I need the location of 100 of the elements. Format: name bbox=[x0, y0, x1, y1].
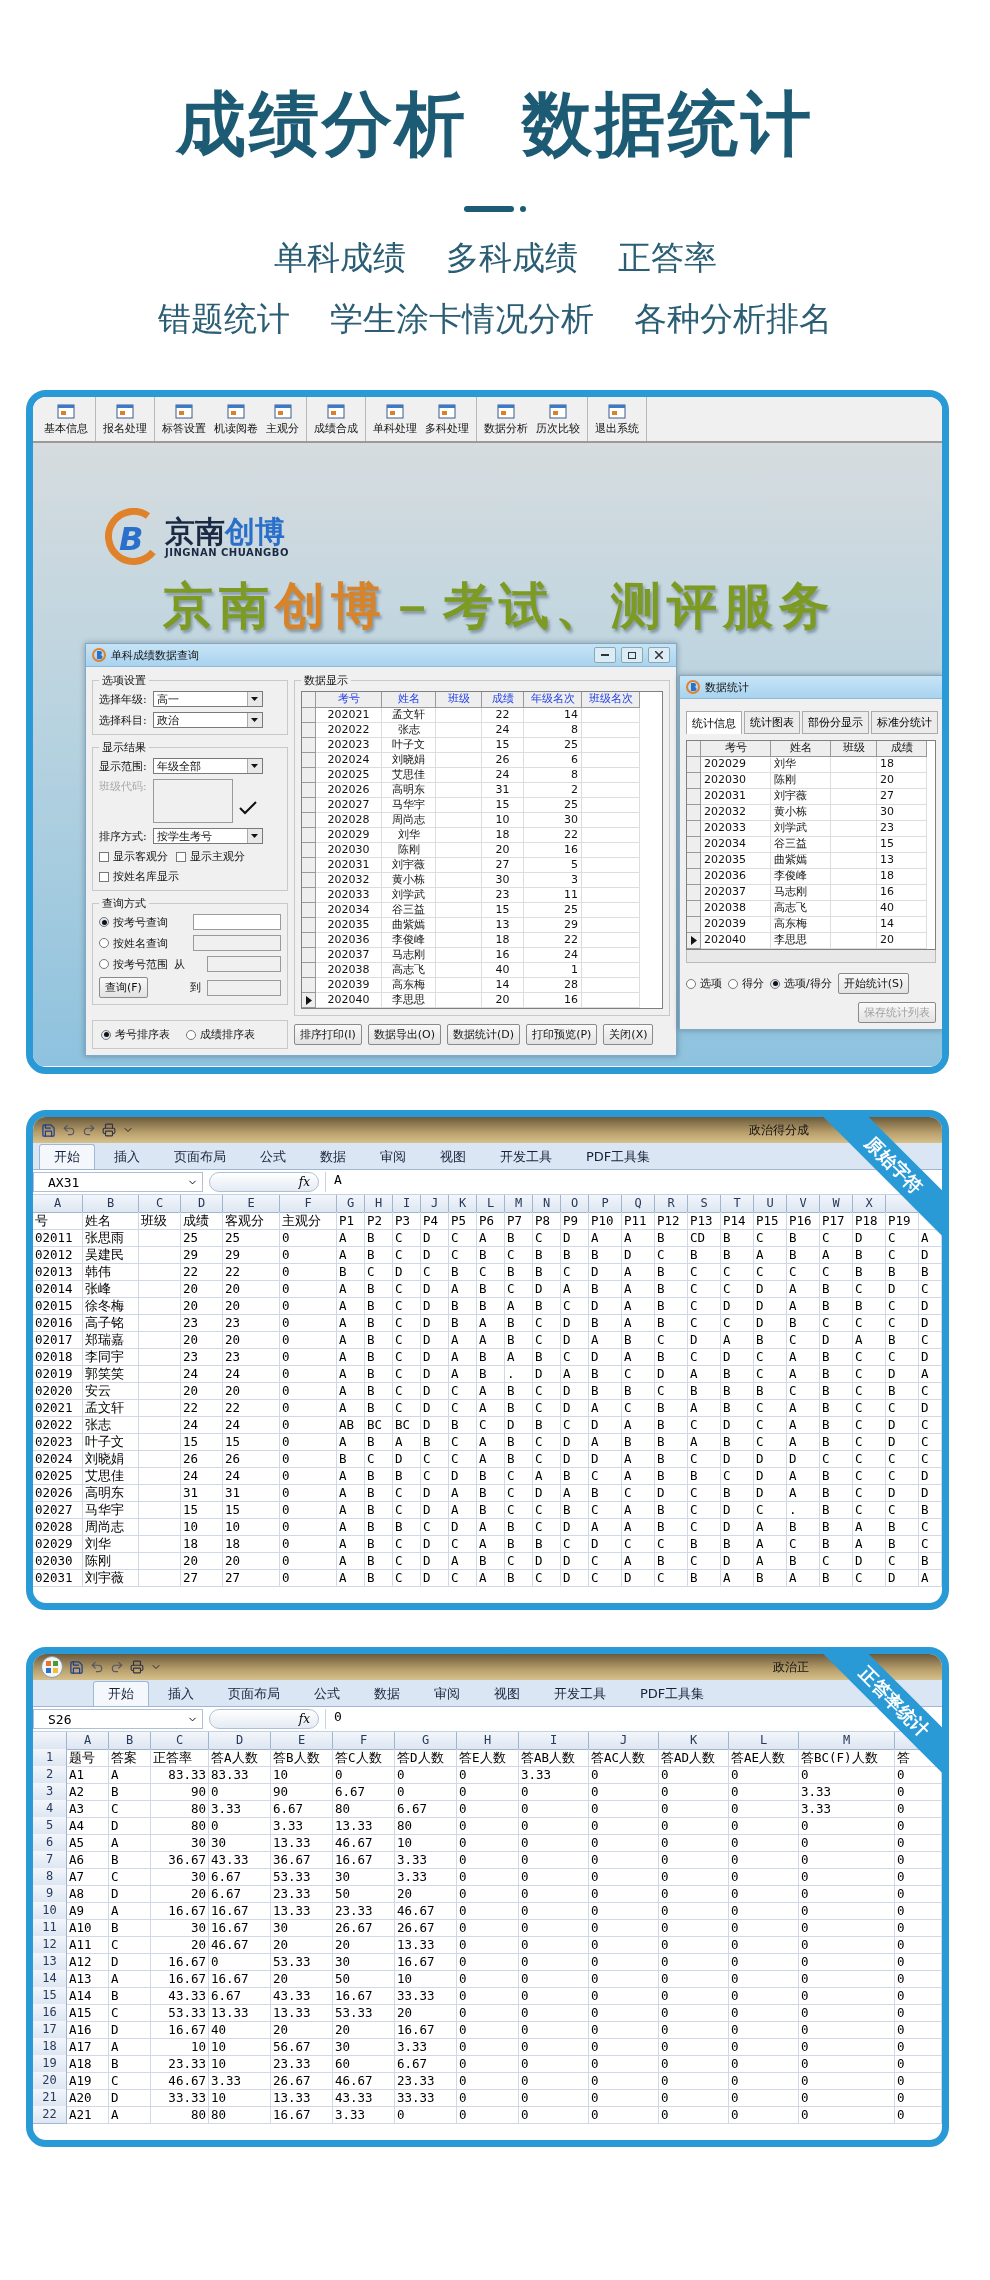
column-letter[interactable]: I bbox=[393, 1195, 421, 1213]
row-number[interactable]: 20 bbox=[33, 2072, 67, 2090]
ribbon-tab[interactable]: 审阅 bbox=[365, 1144, 421, 1169]
minimize-button[interactable] bbox=[594, 647, 616, 663]
checkbox-option[interactable]: 显示主观分 bbox=[176, 849, 245, 864]
row-number[interactable]: 6 bbox=[33, 1834, 67, 1852]
column-letter[interactable]: W bbox=[820, 1195, 853, 1213]
column-header[interactable]: 班级名次 bbox=[582, 692, 640, 708]
function-button[interactable]: fx bbox=[209, 1709, 319, 1729]
horizontal-scrollbar[interactable] bbox=[686, 950, 936, 963]
radio-option[interactable]: 按考号查询 bbox=[99, 914, 168, 930]
ribbon-tab[interactable]: 开发工具 bbox=[539, 1681, 621, 1706]
row-number[interactable]: 17 bbox=[33, 2021, 67, 2039]
toolbar-button[interactable]: 单科处理 bbox=[369, 397, 421, 441]
column-letter[interactable]: K bbox=[659, 1732, 729, 1750]
radio-option[interactable]: 选项/得分 bbox=[770, 976, 832, 991]
row-number[interactable]: 13 bbox=[33, 1953, 67, 1971]
column-letter[interactable]: S bbox=[688, 1195, 721, 1213]
query-button[interactable]: 查询(F) bbox=[99, 977, 148, 998]
column-letter[interactable]: C bbox=[139, 1195, 181, 1213]
dropdown-caret-icon[interactable] bbox=[246, 692, 262, 706]
column-letter[interactable]: D bbox=[181, 1195, 223, 1213]
column-header[interactable]: 成绩 bbox=[482, 692, 524, 708]
column-letter[interactable]: O bbox=[561, 1195, 589, 1213]
column-letter[interactable]: G bbox=[337, 1195, 365, 1213]
column-letter[interactable]: I bbox=[519, 1732, 589, 1750]
row-number[interactable]: 10 bbox=[33, 1902, 67, 1920]
column-header[interactable]: 姓名 bbox=[382, 692, 436, 708]
row-number[interactable]: 22 bbox=[33, 2106, 67, 2124]
row-number[interactable]: 21 bbox=[33, 2089, 67, 2107]
column-header[interactable]: 成绩 bbox=[877, 741, 927, 757]
column-letter[interactable]: M bbox=[799, 1732, 895, 1750]
toolbar-button[interactable]: 历次比较 bbox=[532, 397, 584, 441]
save-icon[interactable] bbox=[41, 1122, 56, 1138]
print-preview-icon[interactable] bbox=[102, 1123, 116, 1137]
dialog-button[interactable]: 关闭(X) bbox=[603, 1024, 654, 1045]
ribbon-tab[interactable]: 插入 bbox=[153, 1681, 209, 1706]
column-header[interactable]: 班级 bbox=[436, 692, 482, 708]
name-box[interactable]: AX31 bbox=[33, 1172, 203, 1192]
toolbar-button[interactable]: 报名处理 bbox=[99, 397, 151, 441]
ribbon-tab[interactable]: PDF工具集 bbox=[571, 1144, 666, 1169]
row-number[interactable]: 1 bbox=[33, 1749, 67, 1767]
row-number[interactable]: 19 bbox=[33, 2055, 67, 2073]
column-letter[interactable]: J bbox=[589, 1732, 659, 1750]
save-icon[interactable] bbox=[69, 1659, 84, 1675]
toolbar-button[interactable]: 数据分析 bbox=[480, 397, 532, 441]
print-preview-icon[interactable] bbox=[130, 1660, 144, 1674]
column-letter[interactable]: J bbox=[421, 1195, 449, 1213]
ribbon-tab[interactable]: 开始 bbox=[93, 1681, 149, 1706]
ribbon-tab[interactable]: 视图 bbox=[425, 1144, 481, 1169]
row-number[interactable]: 8 bbox=[33, 1868, 67, 1886]
column-header[interactable]: 年级名次 bbox=[524, 692, 582, 708]
column-letter[interactable]: L bbox=[477, 1195, 505, 1213]
ribbon-tab[interactable]: 插入 bbox=[99, 1144, 155, 1169]
toolbar-button[interactable]: 机读阅卷 bbox=[210, 397, 262, 441]
column-letter[interactable]: B bbox=[109, 1732, 151, 1750]
tab[interactable]: 部份分显示 bbox=[802, 711, 869, 734]
ribbon-tab[interactable]: 页面布局 bbox=[159, 1144, 241, 1169]
input-field[interactable] bbox=[193, 914, 281, 930]
ribbon-tab[interactable]: 数据 bbox=[359, 1681, 415, 1706]
column-letter[interactable]: F bbox=[333, 1732, 395, 1750]
column-letter[interactable]: C bbox=[151, 1732, 209, 1750]
function-button[interactable]: fx bbox=[209, 1172, 319, 1192]
column-letter[interactable]: V bbox=[787, 1195, 820, 1213]
ribbon-tab[interactable]: 视图 bbox=[479, 1681, 535, 1706]
row-number[interactable]: 3 bbox=[33, 1783, 67, 1801]
input-field[interactable] bbox=[193, 935, 281, 951]
dropdown-caret-icon[interactable] bbox=[246, 759, 262, 773]
row-number[interactable]: 7 bbox=[33, 1851, 67, 1869]
column-letter[interactable]: H bbox=[365, 1195, 393, 1213]
start-button[interactable]: 开始统计(S) bbox=[837, 973, 910, 994]
toolbar-button[interactable]: 成绩合成 bbox=[310, 397, 362, 441]
dialog-button[interactable]: 打印预览(P) bbox=[526, 1024, 598, 1045]
formula-field[interactable]: A bbox=[325, 1172, 792, 1192]
dialog-button[interactable]: 数据统计(D) bbox=[447, 1024, 521, 1045]
row-number[interactable]: 2 bbox=[33, 1766, 67, 1784]
column-letter[interactable]: E bbox=[271, 1732, 333, 1750]
ribbon-tab[interactable]: 公式 bbox=[245, 1144, 301, 1169]
row-number[interactable]: 5 bbox=[33, 1817, 67, 1835]
ribbon-tab[interactable]: PDF工具集 bbox=[625, 1681, 720, 1706]
row-number[interactable]: 11 bbox=[33, 1919, 67, 1937]
column-letter[interactable]: M bbox=[505, 1195, 533, 1213]
name-box[interactable]: S26 bbox=[33, 1709, 203, 1729]
row-number[interactable]: 15 bbox=[33, 1987, 67, 2005]
column-letter[interactable]: Q bbox=[622, 1195, 655, 1213]
redo-icon[interactable] bbox=[110, 1660, 124, 1674]
row-number[interactable]: 18 bbox=[33, 2038, 67, 2056]
ribbon-tab[interactable]: 开发工具 bbox=[485, 1144, 567, 1169]
tab[interactable]: 统计图表 bbox=[744, 711, 800, 734]
column-letter[interactable]: H bbox=[457, 1732, 519, 1750]
toolbar-button[interactable]: 多科处理 bbox=[421, 397, 473, 441]
dropdown-caret-icon[interactable] bbox=[246, 713, 262, 727]
tab[interactable]: 统计信息 bbox=[686, 711, 742, 734]
column-header[interactable]: 考号 bbox=[316, 692, 382, 708]
office-button[interactable] bbox=[41, 1656, 63, 1678]
row-number[interactable]: 14 bbox=[33, 1970, 67, 1988]
column-letter[interactable]: G bbox=[395, 1732, 457, 1750]
dropdown-field[interactable]: 高一 bbox=[152, 691, 263, 707]
ribbon-tab[interactable]: 开始 bbox=[39, 1144, 95, 1169]
row-number[interactable]: 12 bbox=[33, 1936, 67, 1954]
